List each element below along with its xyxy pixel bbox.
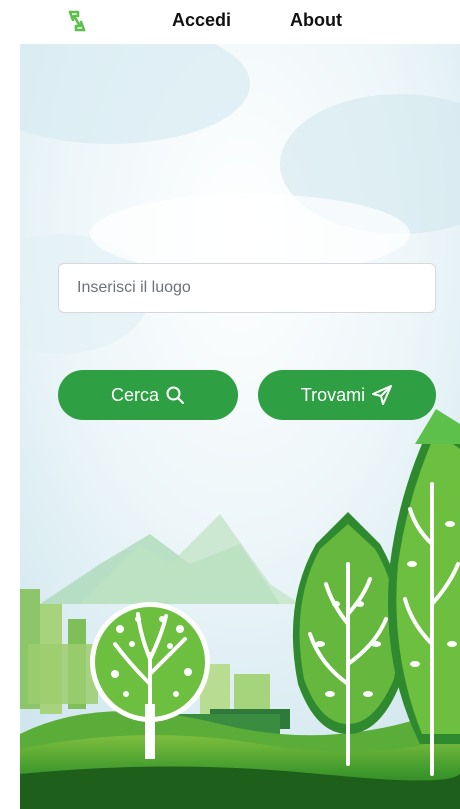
search-icon (165, 385, 185, 405)
locate-button-label: Trovami (300, 384, 366, 405)
locate-me-button[interactable]: Trovami (258, 370, 436, 420)
hero-illustration (20, 44, 460, 809)
place-search-input[interactable] (58, 263, 436, 313)
search-button[interactable]: Cerca (58, 370, 238, 420)
left-gutter (0, 0, 20, 809)
nav-login-link[interactable]: Accedi (172, 10, 231, 31)
logo-icon[interactable] (64, 8, 90, 34)
nav-about-link[interactable]: About (290, 10, 342, 31)
search-button-label: Cerca (110, 384, 159, 405)
hero-section: Cerca Trovami (20, 44, 460, 809)
top-navbar: Accedi About (20, 0, 460, 44)
send-arrow-icon (371, 384, 393, 406)
